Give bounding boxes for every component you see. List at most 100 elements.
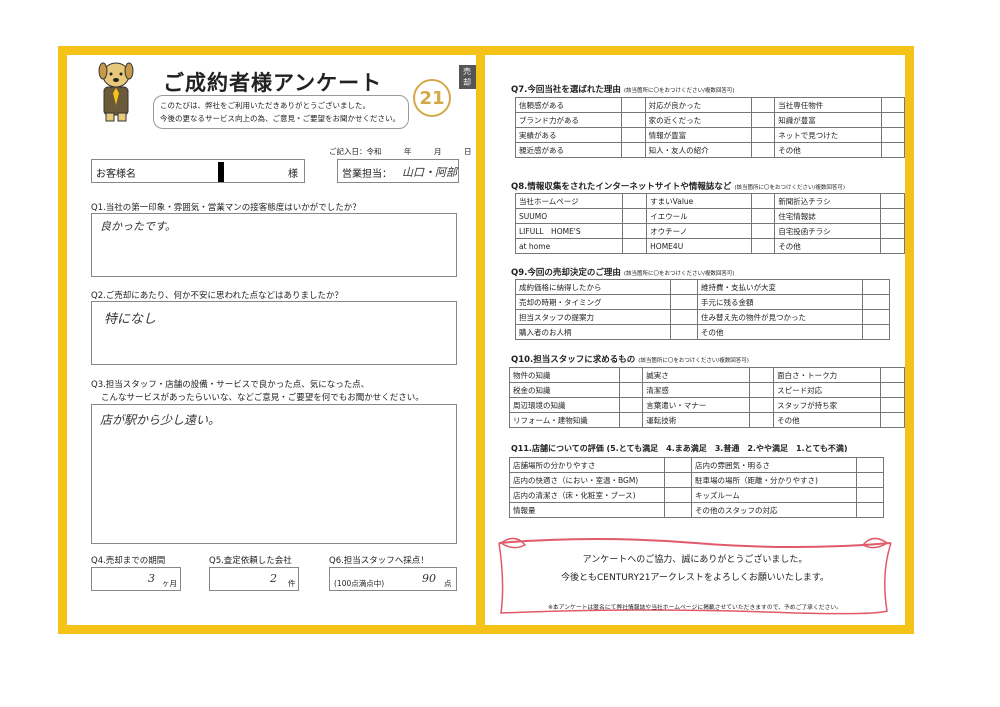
option-row: 情報量 その他のスタッフの対応	[509, 502, 884, 518]
option-checkbox[interactable]	[618, 397, 644, 413]
option-row: 物件の知識 誠実さ 面白さ・トーク力	[509, 367, 905, 383]
option-checkbox[interactable]	[880, 142, 906, 158]
option-checkbox[interactable]	[862, 324, 890, 340]
option-checkbox[interactable]	[670, 309, 698, 325]
q4-answer-box[interactable]: 3 ヶ月	[91, 567, 181, 591]
q10-note: (該当箇所に〇をおつけください/複数回答可)	[638, 358, 749, 364]
option-row: リフォーム・建物知識 運転技術 その他	[509, 412, 905, 428]
q7-label: Q7.今回当社を選ばれた理由 (該当箇所に〇をおつけください/複数回答可)	[511, 85, 735, 95]
option-label: その他	[774, 238, 882, 254]
option-checkbox[interactable]	[621, 127, 646, 143]
option-label: 売却の時期・タイミング	[515, 294, 671, 310]
option-label: 信頼感がある	[514, 97, 623, 113]
option-checkbox[interactable]	[750, 208, 776, 224]
option-checkbox[interactable]	[856, 487, 884, 503]
option-label: 実績がある	[514, 127, 623, 143]
option-checkbox[interactable]	[856, 457, 884, 473]
option-label: スタッフが持ち家	[773, 397, 882, 413]
option-checkbox[interactable]	[622, 208, 648, 224]
q4-answer: 3	[148, 572, 155, 585]
option-checkbox[interactable]	[880, 397, 905, 413]
option-checkbox[interactable]	[862, 279, 890, 295]
option-checkbox[interactable]	[880, 97, 906, 113]
option-checkbox[interactable]	[880, 223, 905, 239]
option-checkbox[interactable]	[750, 193, 776, 209]
option-label: 情報が豊富	[644, 127, 752, 143]
option-checkbox[interactable]	[621, 112, 646, 128]
option-checkbox[interactable]	[750, 238, 776, 254]
option-checkbox[interactable]	[880, 127, 906, 143]
option-label: 新聞折込チラシ	[774, 193, 882, 209]
option-label: スピード対応	[773, 382, 882, 398]
q11-label: Q11.店舗についての評価 (5.とても満足 4.まあ満足 3.普通 2.やや満…	[511, 444, 848, 453]
option-checkbox[interactable]	[749, 412, 775, 428]
customer-label: お客様名	[96, 169, 136, 180]
option-checkbox[interactable]	[622, 193, 648, 209]
option-checkbox[interactable]	[880, 208, 905, 224]
option-row: 店内の清潔さ（床・化粧室・ブース) キッズルーム	[509, 487, 884, 503]
option-checkbox[interactable]	[670, 294, 698, 310]
q3-answer-box[interactable]: 店が駅から少し遠い。	[91, 404, 457, 544]
q2-answer-box[interactable]: 特になし	[91, 301, 457, 365]
option-checkbox[interactable]	[622, 238, 648, 254]
option-checkbox[interactable]	[750, 97, 776, 113]
q8-table: 当社ホームページ すまいValue 新聞折込チラシ SUUMO イエウール 住宅情報誌 LI…	[514, 193, 905, 254]
option-checkbox[interactable]	[856, 472, 884, 488]
q1-answer-box[interactable]: 良かったです。	[91, 213, 457, 277]
option-checkbox[interactable]	[750, 112, 776, 128]
option-checkbox[interactable]	[880, 238, 905, 254]
option-label: その他	[774, 142, 882, 158]
option-checkbox[interactable]	[880, 367, 905, 383]
q2-answer: 特になし	[104, 312, 157, 327]
staff-field[interactable]: 営業担当： 山口・阿部	[337, 159, 459, 183]
option-label: 当社専任物件	[774, 97, 882, 113]
option-checkbox[interactable]	[749, 397, 775, 413]
option-checkbox[interactable]	[664, 457, 692, 473]
option-label: 家の近くだった	[644, 112, 752, 128]
left-page: ご成約者様アンケート このたびは、弊社をご利用いただきありがとうございました。 …	[67, 55, 476, 625]
option-checkbox[interactable]	[621, 142, 646, 158]
option-checkbox[interactable]	[750, 223, 776, 239]
option-checkbox[interactable]	[880, 112, 906, 128]
option-checkbox[interactable]	[670, 324, 698, 340]
q6-note: (100点満点中)	[334, 579, 385, 588]
option-checkbox[interactable]	[622, 223, 648, 239]
option-checkbox[interactable]	[618, 382, 644, 398]
option-label: 維持費・支払いが大変	[697, 279, 863, 295]
option-checkbox[interactable]	[618, 367, 644, 383]
option-label: 清潔感	[642, 382, 751, 398]
option-row: 当社ホームページ すまいValue 新聞折込チラシ	[514, 193, 905, 209]
option-checkbox[interactable]	[749, 382, 775, 398]
option-label: 住宅情報誌	[774, 208, 882, 224]
option-label: その他	[697, 324, 863, 340]
option-checkbox[interactable]	[621, 97, 646, 113]
option-checkbox[interactable]	[880, 193, 905, 209]
option-checkbox[interactable]	[664, 502, 692, 518]
q1-answer: 良かったです。	[100, 220, 176, 233]
q7-note: (該当箇所に〇をおつけください/複数回答可)	[623, 88, 735, 94]
option-checkbox[interactable]	[750, 142, 776, 158]
option-checkbox[interactable]	[862, 309, 890, 325]
option-checkbox[interactable]	[856, 502, 884, 518]
thanks-line-1: アンケートへのご協力、誠にありがとうございました。	[582, 555, 808, 565]
option-checkbox[interactable]	[862, 294, 890, 310]
q5-answer-box[interactable]: 2 件	[209, 567, 299, 591]
option-checkbox[interactable]	[750, 127, 776, 143]
option-checkbox[interactable]	[670, 279, 698, 295]
option-label: すまいValue	[646, 193, 752, 209]
option-checkbox[interactable]	[749, 367, 775, 383]
q6-answer-box[interactable]: (100点満点中) 90 点	[329, 567, 457, 591]
option-checkbox[interactable]	[880, 412, 905, 428]
option-checkbox[interactable]	[664, 487, 692, 503]
customer-name-field[interactable]: お客様名 様	[91, 159, 305, 183]
q6-answer: 90	[422, 572, 436, 585]
option-checkbox[interactable]	[618, 412, 644, 428]
option-checkbox[interactable]	[880, 382, 905, 398]
option-label: HOME4U	[646, 238, 752, 254]
q8-label: Q8.情報収集をされたインターネットサイトや情報誌など (該当箇所に〇をおつけく…	[511, 182, 845, 192]
q7-table: 信頼感がある 対応が良かった 当社専任物件 ブランド力がある 家の近くだった 知識が豊富実…	[514, 97, 906, 158]
q6-unit: 点	[444, 579, 452, 588]
option-label: その他のスタッフの対応	[691, 502, 857, 518]
option-label: キッズルーム	[691, 487, 857, 503]
option-checkbox[interactable]	[664, 472, 692, 488]
